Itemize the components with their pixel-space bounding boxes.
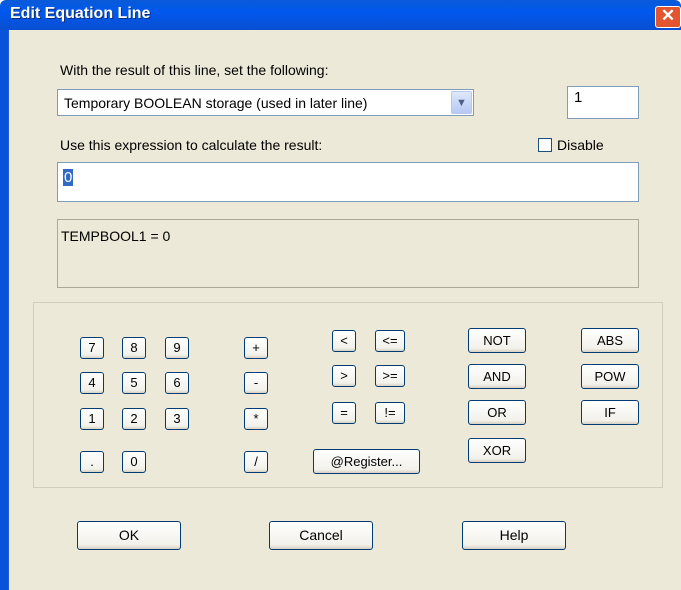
register-button[interactable]: @Register... [313, 449, 420, 474]
expr-prompt-label: Use this expression to calculate the res… [60, 137, 323, 153]
key-less-equal[interactable]: <= [375, 330, 405, 352]
key-if[interactable]: IF [581, 400, 639, 425]
chevron-down-icon[interactable]: ▼ [451, 91, 472, 114]
key-abs[interactable]: ABS [581, 328, 639, 353]
result-preview-text: TEMPBOOL1 = 0 [61, 228, 171, 244]
key-greater-equal[interactable]: >= [375, 365, 405, 387]
key-pow[interactable]: POW [581, 364, 639, 389]
key-less-than[interactable]: < [332, 330, 356, 352]
key-or[interactable]: OR [468, 400, 526, 425]
target-select[interactable]: Temporary BOOLEAN storage (used in later… [57, 89, 474, 116]
target-select-value: Temporary BOOLEAN storage (used in later… [64, 95, 368, 111]
key-decimal[interactable]: . [80, 451, 104, 473]
close-icon[interactable]: ✕ [655, 6, 681, 28]
expression-value: 0 [63, 169, 74, 186]
cancel-button[interactable]: Cancel [269, 521, 373, 550]
key-not[interactable]: NOT [468, 328, 526, 353]
key-plus[interactable]: + [244, 337, 268, 359]
key-minus[interactable]: - [244, 372, 268, 394]
key-multiply[interactable]: * [244, 408, 268, 430]
key-greater-than[interactable]: > [332, 365, 356, 387]
key-1[interactable]: 1 [80, 408, 104, 430]
key-not-equal[interactable]: != [375, 402, 405, 424]
edit-equation-dialog: Edit Equation Line ✕ With the result of … [0, 0, 681, 590]
key-6[interactable]: 6 [165, 372, 189, 394]
key-8[interactable]: 8 [122, 337, 146, 359]
key-divide[interactable]: / [244, 451, 268, 473]
dialog-title: Edit Equation Line [10, 5, 151, 22]
key-2[interactable]: 2 [122, 408, 146, 430]
key-4[interactable]: 4 [80, 372, 104, 394]
key-0[interactable]: 0 [122, 451, 146, 473]
key-3[interactable]: 3 [165, 408, 189, 430]
key-5[interactable]: 5 [122, 372, 146, 394]
help-button[interactable]: Help [462, 521, 566, 550]
key-equal[interactable]: = [332, 402, 356, 424]
key-9[interactable]: 9 [165, 337, 189, 359]
disable-checkbox[interactable] [538, 138, 552, 152]
key-xor[interactable]: XOR [468, 438, 526, 463]
set-prompt-label: With the result of this line, set the fo… [60, 62, 329, 78]
key-7[interactable]: 7 [80, 337, 104, 359]
ok-button[interactable]: OK [77, 521, 181, 550]
title-bar: Edit Equation Line ✕ [0, 0, 681, 30]
expression-field[interactable]: 0 [57, 162, 639, 202]
disable-label: Disable [557, 137, 604, 153]
index-field[interactable]: 1 [567, 86, 639, 119]
key-and[interactable]: AND [468, 364, 526, 389]
result-preview: TEMPBOOL1 = 0 [57, 219, 639, 288]
window-frame-left [0, 30, 8, 590]
